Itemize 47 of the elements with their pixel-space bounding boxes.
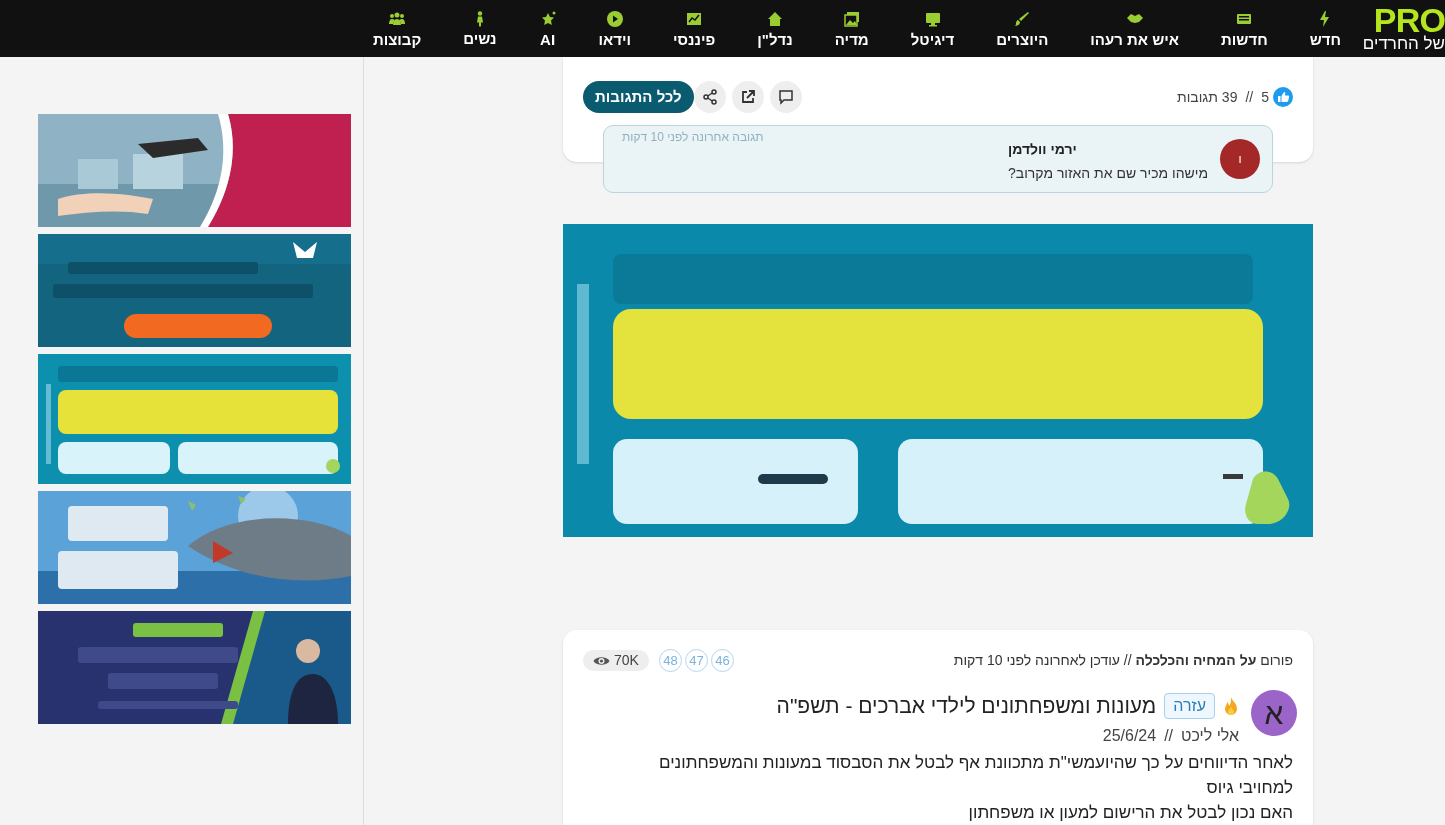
external-link-icon [739,89,756,105]
topic-tag[interactable]: עזרה [1164,692,1215,719]
post-paragraph: לאחר הדיווחים על כך שהיועמשי"ת מתכוונת אף לבטל את הסבסוד במעונות והמשפחתונים למחויבי גיוס [658,751,1293,799]
eye-icon [593,654,610,667]
nav-item[interactable]: חדשות [1209,0,1280,57]
post-title[interactable]: מעונות ומשפחתונים לילדי אברכים - תשפ"ה [776,690,1157,722]
reply-time: תגובה אחרונה לפני 10 דקות [621,129,764,146]
post-date: 25/6/24 [1102,725,1157,746]
separator: // [1245,87,1254,107]
nav-item[interactable]: AI [526,0,569,57]
house-icon [766,9,785,28]
comment-icon [777,89,794,105]
nav-item[interactable]: דיגיטל [898,0,967,57]
nav-item[interactable]: נשים [451,0,509,57]
user-avatar: א [1251,690,1297,736]
user-avatar: ו [1220,139,1260,179]
nav-item[interactable]: קבוצות [360,0,434,57]
last-reply-card[interactable]: ו ירמי וולדמן מישהו מכיר שם את האזור מקרוב? תגובה אחרונה לפני 10 דקות [603,125,1273,193]
comment-count: 39 תגובות [1177,87,1238,107]
play-icon [605,9,624,28]
fire-icon [1223,695,1239,716]
site-logo-subtitle: של החרדים [1363,34,1445,53]
nav-item[interactable]: נדל"ן [745,0,805,57]
nav-item[interactable]: פיננסי [661,0,728,57]
nav-item[interactable]: היוצרים [984,0,1061,57]
post-paragraph: האם נכון לבטל את הרישום למעון או משפחתון [967,801,1293,824]
nav-item[interactable]: מדיה [822,0,881,57]
comment-button[interactable] [769,81,802,113]
open-external-button[interactable] [731,81,764,113]
views-badge: 70K [583,650,649,671]
reply-text: מישהו מכיר שם את האזור מקרוב? [1008,163,1208,183]
like-icon[interactable] [1273,87,1293,107]
separator: // [1164,725,1174,746]
nav-item[interactable]: איש את רעהו [1078,0,1192,57]
images-icon [842,9,861,28]
all-comments-button[interactable]: לכל התגובות [583,81,694,113]
share-icon [701,89,718,105]
like-count: 5 [1261,87,1269,107]
reply-author: ירמי וולדמן [1008,139,1077,159]
forum-line: פורום על המחיה והכלכלה // עודכן לאחרונה לפני 10 דקות [953,651,1293,670]
brush-icon [1013,9,1032,28]
nav-item[interactable]: וידאו [586,0,644,57]
post-author[interactable]: אלי ליכט [1181,723,1239,748]
share-button[interactable] [693,81,726,113]
site-logo[interactable]: PRO [1373,4,1445,35]
nav-item[interactable]: חדש [1297,0,1353,57]
person-icon [475,10,484,27]
